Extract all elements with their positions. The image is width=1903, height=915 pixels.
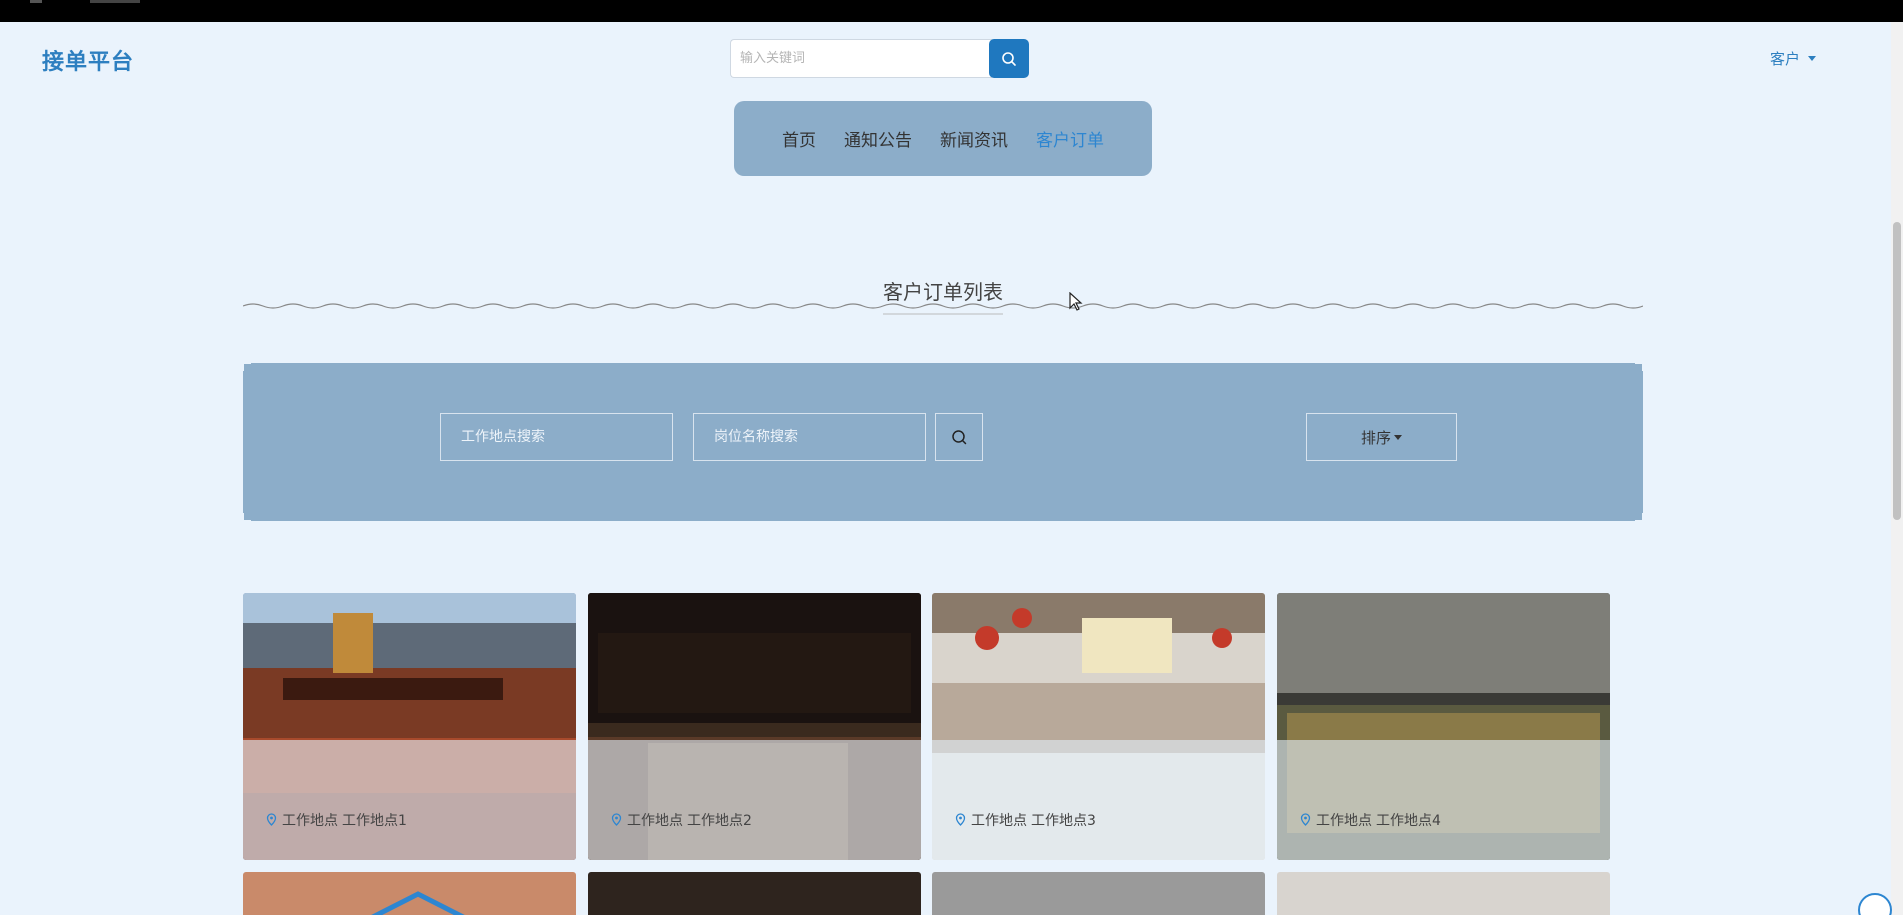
location-pin-icon xyxy=(611,813,622,826)
panel-corner-decoration xyxy=(243,363,251,371)
filter-search-button[interactable] xyxy=(935,413,983,461)
main-nav: 首页 通知公告 新闻资讯 客户订单 xyxy=(734,101,1152,176)
site-logo[interactable]: 接单平台 xyxy=(42,44,134,76)
card-image xyxy=(371,891,465,915)
location-value: 工作地点2 xyxy=(687,813,752,829)
caret-down-icon xyxy=(1394,434,1402,440)
card-overlay xyxy=(1277,740,1610,860)
card-location: 工作地点 工作地点4 xyxy=(1299,810,1441,830)
search-button[interactable] xyxy=(989,39,1029,78)
card-location: 工作地点 工作地点1 xyxy=(265,810,407,830)
card-location: 工作地点 工作地点3 xyxy=(954,810,1096,830)
order-card[interactable]: 工作地点 工作地点2 xyxy=(588,593,921,860)
order-card[interactable] xyxy=(588,872,921,915)
nav-item-home[interactable]: 首页 xyxy=(782,126,816,151)
panel-corner-decoration xyxy=(243,513,251,521)
caret-down-icon xyxy=(1808,56,1817,61)
order-card[interactable] xyxy=(932,872,1265,915)
position-search-input[interactable] xyxy=(693,413,926,461)
title-bar-mark xyxy=(90,0,140,3)
sort-dropdown-button[interactable]: 排序 xyxy=(1306,413,1457,461)
order-card[interactable]: 工作地点 工作地点3 xyxy=(932,593,1265,860)
title-bar-mark xyxy=(30,0,42,3)
location-pin-icon xyxy=(266,813,277,826)
location-label: 工作地点 xyxy=(627,813,683,829)
location-label: 工作地点 xyxy=(282,813,338,829)
search-icon xyxy=(1002,51,1016,66)
location-search-input[interactable] xyxy=(440,413,673,461)
order-card[interactable] xyxy=(243,872,576,915)
header-search xyxy=(730,39,1030,78)
card-overlay xyxy=(932,740,1265,860)
window-title-bar xyxy=(0,0,1903,22)
mouse-cursor-icon xyxy=(1069,292,1083,311)
nav-item-notices[interactable]: 通知公告 xyxy=(844,126,912,151)
location-value: 工作地点4 xyxy=(1376,813,1441,829)
order-card[interactable] xyxy=(1277,872,1610,915)
search-icon xyxy=(952,430,967,445)
user-menu-dropdown[interactable]: 客户 xyxy=(1770,48,1817,69)
search-input[interactable] xyxy=(730,39,992,78)
nav-item-customer-orders[interactable]: 客户订单 xyxy=(1036,126,1104,151)
sort-label: 排序 xyxy=(1360,428,1391,447)
title-wave-divider xyxy=(243,303,1643,315)
order-card[interactable]: 工作地点 工作地点4 xyxy=(1277,593,1610,860)
filter-panel: 排序 xyxy=(243,363,1643,521)
nav-item-news[interactable]: 新闻资讯 xyxy=(940,126,1008,151)
location-pin-icon xyxy=(955,813,966,826)
location-value: 工作地点3 xyxy=(1031,813,1096,829)
location-label: 工作地点 xyxy=(971,813,1027,829)
scrollbar-thumb[interactable] xyxy=(1893,222,1901,520)
chat-icon[interactable] xyxy=(1858,893,1892,915)
location-pin-icon xyxy=(1300,813,1311,826)
order-card[interactable]: 工作地点 工作地点1 xyxy=(243,593,576,860)
card-overlay xyxy=(243,740,576,860)
location-label: 工作地点 xyxy=(1316,813,1372,829)
card-location: 工作地点 工作地点2 xyxy=(610,810,752,830)
page-scrollbar[interactable] xyxy=(1891,22,1903,915)
panel-corner-decoration xyxy=(1635,513,1643,521)
location-value: 工作地点1 xyxy=(342,813,407,829)
user-menu-label: 客户 xyxy=(1770,50,1801,68)
card-overlay xyxy=(588,740,921,860)
panel-corner-decoration xyxy=(1635,363,1643,371)
